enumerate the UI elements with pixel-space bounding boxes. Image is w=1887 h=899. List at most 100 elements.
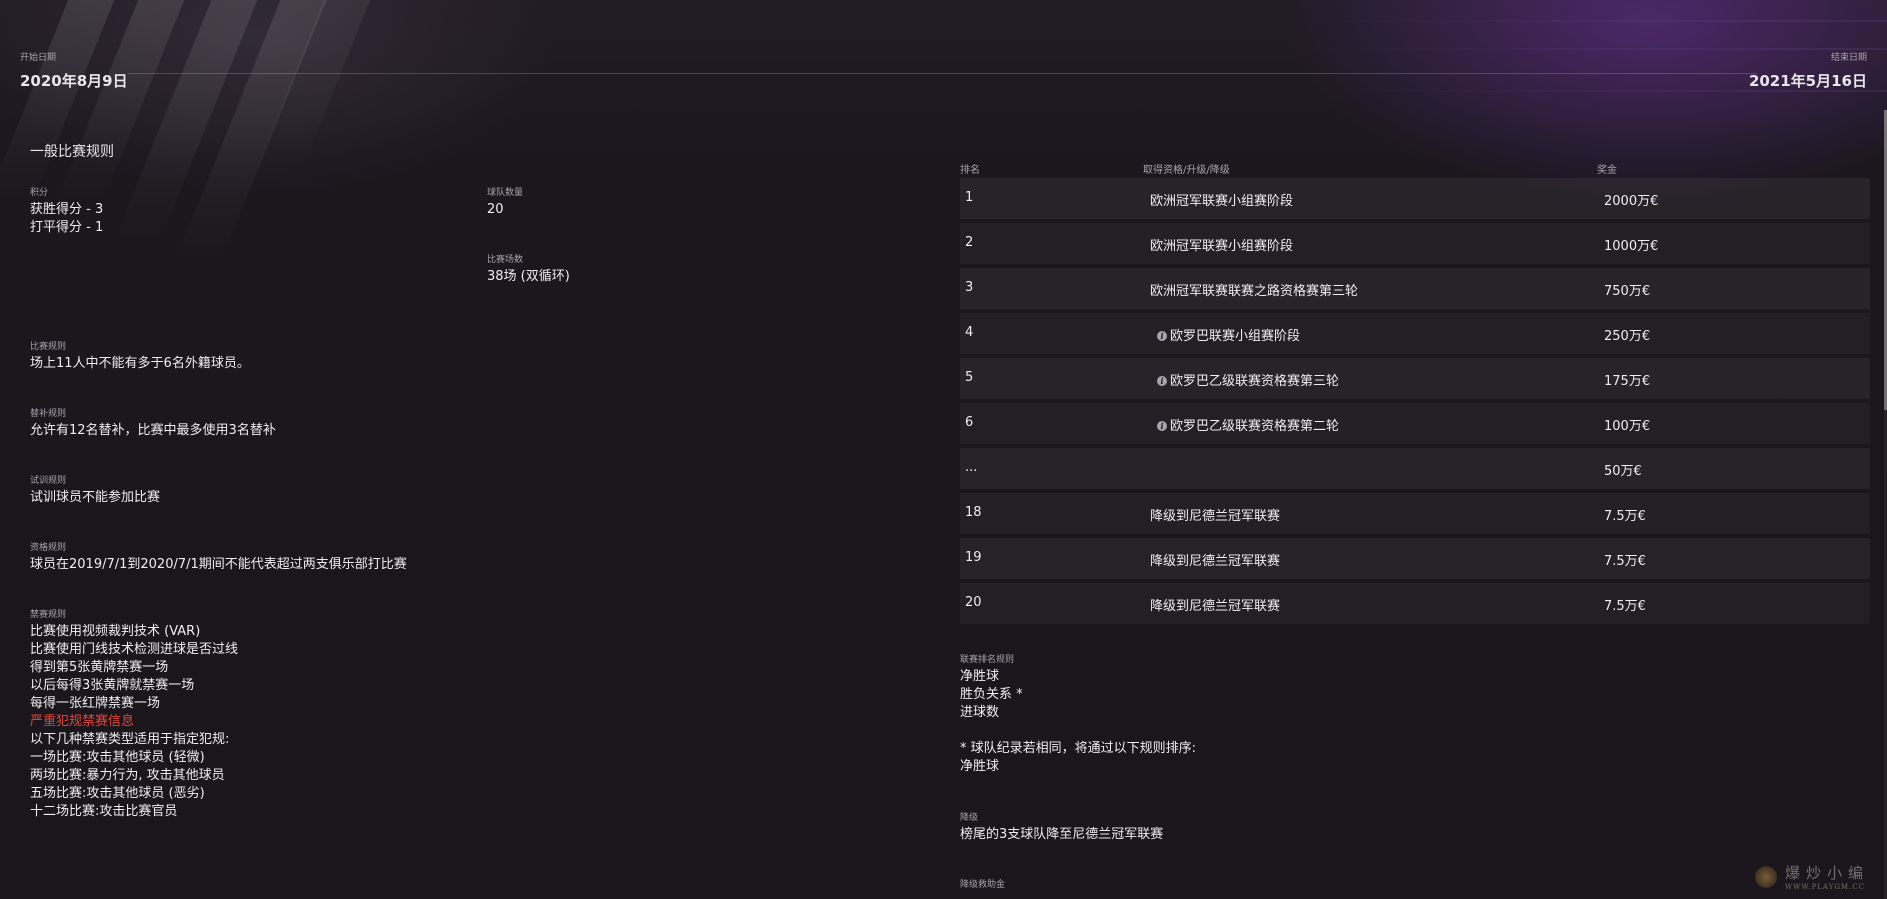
- start-date: 2020年8月9日: [20, 72, 128, 90]
- points-block: 积分 获胜得分 - 3 打平得分 - 1: [30, 185, 103, 237]
- ban-line: 比赛使用门线技术检测进球是否过线: [30, 642, 239, 657]
- eligibility-label: 资格规则: [30, 543, 67, 553]
- table-header: 排名 取得资格/升级/降级 奖金: [960, 161, 1870, 178]
- table-row: ... 50万€: [960, 448, 1870, 489]
- ranking-rules-block: 联赛排名规则 净胜球 胜负关系 * 进球数 * 球队纪录若相同，将通过以下规则排…: [960, 652, 1196, 776]
- table-row: 1 欧洲冠军联赛小组赛阶段 2000万€: [960, 178, 1870, 219]
- row-rank: 3: [965, 280, 974, 295]
- ban-line: 比赛使用视频裁判技术 (VAR): [30, 624, 201, 639]
- points-label: 积分: [30, 188, 49, 198]
- trial-label: 试训规则: [30, 476, 67, 486]
- row-qualification: i 欧罗巴乙级联赛资格赛第二轮: [1157, 415, 1339, 434]
- prize-table: 排名 取得资格/升级/降级 奖金 1 欧洲冠军联赛小组赛阶段 2000万€ 2 …: [960, 161, 1870, 628]
- table-row: 2 欧洲冠军联赛小组赛阶段 1000万€: [960, 223, 1870, 264]
- ban-line: 以后每得3张黄牌就禁赛一场: [30, 678, 195, 693]
- header-rank: 排名: [960, 165, 980, 176]
- row-prize: 750万€: [1604, 284, 1651, 299]
- row-qualification: 降级到尼德兰冠军联赛: [1150, 509, 1281, 524]
- table-row: 20 降级到尼德兰冠军联赛 7.5万€: [960, 583, 1870, 624]
- watermark-url: WWW.PLAYGM.CC: [1784, 883, 1866, 891]
- bans-block: 禁赛规则 比赛使用视频裁判技术 (VAR) 比赛使用门线技术检测进球是否过线 得…: [30, 607, 238, 821]
- row-qualification: 降级到尼德兰冠军联赛: [1150, 554, 1281, 569]
- header-qualification: 取得资格/升级/降级: [1143, 165, 1230, 176]
- eligibility-block: 资格规则 球员在2019/7/1到2020/7/1期间不能代表超过两支俱乐部打比…: [30, 540, 407, 574]
- eligibility-value: 球员在2019/7/1到2020/7/1期间不能代表超过两支俱乐部打比赛: [30, 557, 407, 572]
- ban-line: 得到第5张黄牌禁赛一场: [30, 660, 169, 675]
- info-icon[interactable]: i: [1157, 331, 1167, 341]
- row-qualification: i 欧罗巴乙级联赛资格赛第三轮: [1157, 370, 1339, 389]
- match-rules-label: 比赛规则: [30, 342, 67, 352]
- matches-block: 比赛场数 38场 (双循环): [487, 252, 570, 286]
- subs-label: 替补规则: [30, 409, 67, 419]
- ban-line: 十二场比赛:攻击比赛官员: [30, 804, 178, 819]
- table-row: 3 欧洲冠军联赛联赛之路资格赛第三轮 750万€: [960, 268, 1870, 309]
- match-rules-value: 场上11人中不能有多于6名外籍球员。: [30, 356, 250, 371]
- start-date-label: 开始日期: [20, 53, 57, 63]
- row-prize: 175万€: [1604, 374, 1651, 389]
- relegation-value: 榜尾的3支球队降至尼德兰冠军联赛: [960, 827, 1164, 842]
- table-row: 4 i 欧罗巴联赛小组赛阶段 250万€: [960, 313, 1870, 354]
- row-rank: 2: [965, 235, 974, 250]
- ranking-rules-label: 联赛排名规则: [960, 655, 1015, 665]
- teams-label: 球队数量: [487, 188, 524, 198]
- row-prize: 7.5万€: [1604, 554, 1646, 569]
- points-draw: 打平得分 - 1: [30, 220, 104, 235]
- ranking-note: * 球队纪录若相同，将通过以下规则排序:: [960, 741, 1197, 756]
- matches-value: 38场 (双循环): [487, 269, 570, 284]
- row-prize: 250万€: [1604, 329, 1651, 344]
- relegation-block: 降级 榜尾的3支球队降至尼德兰冠军联赛: [960, 810, 1163, 844]
- trial-block: 试训规则 试训球员不能参加比赛: [30, 473, 160, 507]
- parachute-block: 降级救助金: [960, 877, 1005, 893]
- ranking-note-rule: 净胜球: [960, 759, 1000, 774]
- end-date-label: 结束日期: [1830, 53, 1867, 63]
- watermark: 爆炒小编 WWW.PLAYGM.CC: [1754, 862, 1869, 891]
- row-prize: 1000万€: [1604, 239, 1659, 254]
- ban-line: 五场比赛:攻击其他球员 (恶劣): [30, 786, 205, 801]
- bans-label: 禁赛规则: [30, 610, 67, 620]
- matches-label: 比赛场数: [487, 255, 524, 265]
- row-rank: 18: [965, 505, 982, 520]
- ban-line: 两场比赛:暴力行为, 攻击其他球员: [30, 768, 225, 783]
- row-rank: ...: [965, 460, 978, 475]
- row-rank: 5: [965, 370, 974, 385]
- ban-line: 一场比赛:攻击其他球员 (轻微): [30, 750, 205, 765]
- ranking-rule: 胜负关系 *: [960, 687, 1023, 702]
- relegation-label: 降级: [960, 813, 979, 823]
- row-prize: 50万€: [1604, 464, 1642, 479]
- row-qualification-text: 欧罗巴联赛小组赛阶段: [1170, 329, 1301, 344]
- info-icon[interactable]: i: [1157, 421, 1167, 431]
- row-qualification-text: 欧罗巴乙级联赛资格赛第三轮: [1170, 374, 1340, 389]
- row-qualification: 欧洲冠军联赛小组赛阶段: [1150, 239, 1294, 254]
- row-rank: 4: [965, 325, 974, 340]
- row-qualification: 欧洲冠军联赛联赛之路资格赛第三轮: [1150, 284, 1359, 299]
- watermark-logo-icon: [1754, 865, 1777, 888]
- parachute-label: 降级救助金: [960, 880, 1006, 890]
- ban-line: 每得一张红牌禁赛一场: [30, 696, 161, 711]
- info-icon[interactable]: i: [1157, 376, 1167, 386]
- subs-block: 替补规则 允许有12名替补，比赛中最多使用3名替补: [30, 406, 276, 440]
- row-qualification: 欧洲冠军联赛小组赛阶段: [1150, 194, 1294, 209]
- row-prize: 100万€: [1604, 419, 1651, 434]
- ranking-rule: 进球数: [960, 705, 1000, 720]
- row-rank: 6: [965, 415, 974, 430]
- row-prize: 2000万€: [1604, 194, 1659, 209]
- teams-block: 球队数量 20: [487, 185, 523, 219]
- table-row: 6 i 欧罗巴乙级联赛资格赛第二轮 100万€: [960, 403, 1870, 444]
- header-prize: 奖金: [1597, 165, 1617, 176]
- row-prize: 7.5万€: [1604, 599, 1646, 614]
- row-rank: 1: [965, 190, 974, 205]
- teams-value: 20: [487, 202, 504, 217]
- watermark-title: 爆炒小编: [1784, 864, 1869, 882]
- table-row: 5 i 欧罗巴乙级联赛资格赛第三轮 175万€: [960, 358, 1870, 399]
- row-qualification: i 欧罗巴联赛小组赛阶段: [1157, 325, 1300, 344]
- row-rank: 19: [965, 550, 982, 565]
- row-prize: 7.5万€: [1604, 509, 1646, 524]
- points-win: 获胜得分 - 3: [30, 202, 104, 217]
- end-date: 2021年5月16日: [1748, 72, 1867, 90]
- timeline-divider: [128, 73, 1757, 74]
- section-title: 一般比赛规则: [30, 144, 114, 160]
- ranking-rule: 净胜球: [960, 669, 1000, 684]
- serious-ban-info-link[interactable]: 严重犯规禁赛信息: [30, 713, 238, 731]
- subs-value: 允许有12名替补，比赛中最多使用3名替补: [30, 423, 276, 438]
- table-row: 19 降级到尼德兰冠军联赛 7.5万€: [960, 538, 1870, 579]
